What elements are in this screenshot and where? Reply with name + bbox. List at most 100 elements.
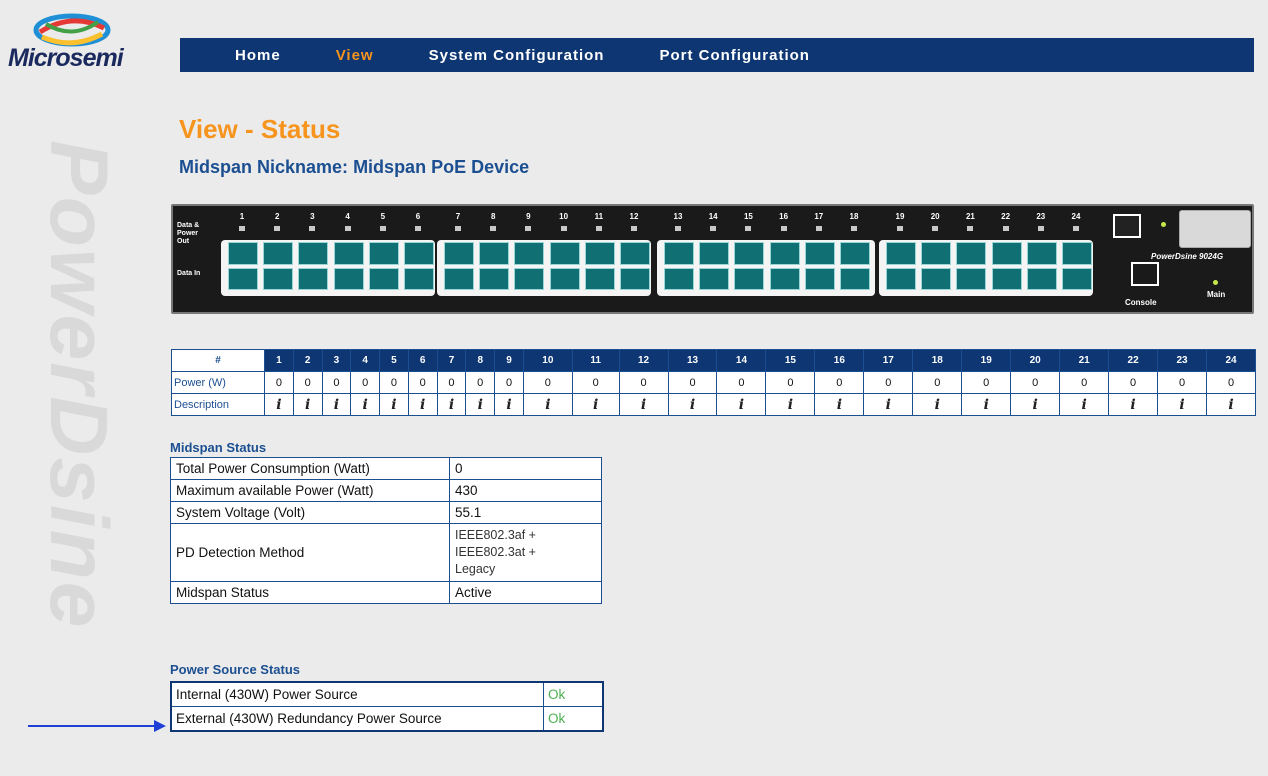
data-in-jack [804, 268, 835, 290]
data-power-out-jack [734, 242, 765, 265]
port-column-header: 9 [494, 349, 524, 372]
model-label: PowerDsine 9024G [1151, 252, 1224, 261]
port-column-header: 10 [522, 349, 573, 372]
data-in-jack [991, 268, 1022, 290]
page-title: View - Status [179, 114, 341, 144]
panel-label-line: Out [177, 238, 190, 245]
panel-port-number: 6 [415, 212, 421, 221]
port-power-value: 0 [436, 371, 467, 394]
port-column-header: 12 [618, 349, 669, 372]
info-icon[interactable]: i [1081, 397, 1086, 413]
nav-system-configuration[interactable]: System Configuration [429, 47, 605, 64]
nav-port-configuration[interactable]: Port Configuration [659, 47, 809, 64]
data-power-out-jack [804, 242, 835, 265]
power-source-status-table: Internal (430W) Power Source Ok External… [170, 681, 604, 732]
data-in-jack [333, 268, 364, 290]
info-icon[interactable]: i [984, 397, 989, 413]
port-power-table: # 1 2 3 4 5 6 7 8 9 10 11 12 13 14 15 16 17 18 19 20 21 22 23 2… [171, 349, 1256, 416]
port-description-cell: i [465, 393, 496, 416]
port-column-header: 16 [814, 349, 865, 372]
port-column-header: 18 [912, 349, 963, 372]
midspan-status-table: Total Power Consumption (Watt) 0 Maximum… [170, 457, 602, 604]
data-in-jack [1026, 268, 1057, 290]
port-description-cell: i [407, 393, 438, 416]
port-description-cell: i [961, 393, 1012, 416]
panel-label-line: Power [177, 230, 199, 237]
info-icon[interactable]: i [1130, 397, 1135, 413]
port-power-value: 0 [522, 371, 573, 394]
port-column-header: 17 [863, 349, 914, 372]
info-icon[interactable]: i [363, 397, 368, 413]
panel-port-led [932, 226, 939, 231]
status-row: Total Power Consumption (Watt) 0 [170, 457, 602, 480]
port-column-header: 22 [1108, 349, 1159, 372]
info-icon[interactable]: i [1179, 397, 1184, 413]
info-icon[interactable]: i [886, 397, 891, 413]
data-in-jack [549, 268, 580, 290]
panel-port-led [897, 226, 903, 231]
data-in-jack [956, 268, 987, 290]
panel-port-number: 20 [930, 212, 940, 221]
data-power-out-jack [699, 242, 730, 265]
port-power-value: 0 [716, 371, 767, 394]
port-power-value: 0 [765, 371, 816, 394]
port-power-value: 0 [814, 371, 865, 394]
port-power-value: 0 [494, 371, 524, 394]
info-icon[interactable]: i [788, 397, 793, 413]
power-source-row: Internal (430W) Power Source Ok [170, 681, 604, 707]
status-label: System Voltage (Volt) [170, 501, 450, 524]
info-icon[interactable]: i [506, 397, 511, 413]
nav-home[interactable]: Home [235, 47, 281, 64]
data-power-out-jack [404, 242, 434, 265]
port-description-cell: i [436, 393, 467, 416]
midspan-status-value: Active [449, 581, 602, 604]
power-source-value: Ok [543, 681, 604, 707]
info-icon[interactable]: i [478, 397, 483, 413]
info-icon[interactable]: i [545, 397, 550, 413]
detection-method-line: Legacy [455, 562, 496, 576]
info-icon[interactable]: i [935, 397, 940, 413]
info-icon[interactable]: i [1033, 397, 1038, 413]
panel-port-number: 5 [380, 212, 386, 221]
port-description-cell: i [814, 393, 865, 416]
panel-port-number: 13 [673, 212, 683, 221]
panel-port-led [675, 226, 681, 231]
nav-view[interactable]: View [336, 47, 374, 64]
info-icon[interactable]: i [334, 397, 339, 413]
info-icon[interactable]: i [837, 397, 842, 413]
port-column-header: 1 [264, 349, 294, 372]
port-column-header: 2 [292, 349, 323, 372]
panel-port-led [379, 226, 386, 231]
port-description-cell: i [618, 393, 669, 416]
port-description-cell: i [571, 393, 620, 416]
port-power-value: 0 [1206, 371, 1256, 394]
info-icon[interactable]: i [690, 397, 695, 413]
info-icon[interactable]: i [641, 397, 646, 413]
data-in-jack [514, 268, 545, 290]
port-column-header: 13 [667, 349, 718, 372]
powerdsine-watermark: PowerDsine [33, 140, 124, 630]
info-icon[interactable]: i [276, 397, 281, 413]
info-icon[interactable]: i [593, 397, 598, 413]
port-column-header: 21 [1059, 349, 1110, 372]
info-icon[interactable]: i [305, 397, 310, 413]
panel-port-led [560, 226, 567, 231]
nickname-label: Midspan Nickname: [179, 157, 349, 177]
info-icon[interactable]: i [449, 397, 454, 413]
info-icon[interactable]: i [739, 397, 744, 413]
info-icon[interactable]: i [420, 397, 425, 413]
panel-port-number: 23 [1036, 212, 1046, 221]
panel-port-number: 21 [965, 212, 975, 221]
info-icon[interactable]: i [391, 397, 396, 413]
info-icon[interactable]: i [1228, 397, 1233, 413]
panel-port-led [415, 226, 421, 231]
panel-port-number: 22 [1001, 212, 1011, 221]
data-in-jack [228, 268, 258, 290]
data-power-out-jack [620, 242, 650, 265]
panel-label-line: Data & [177, 222, 200, 229]
port-power-value: 0 [292, 371, 323, 394]
data-in-jack [699, 268, 730, 290]
panel-port-number: 16 [779, 212, 789, 221]
power-source-label: External (430W) Redundancy Power Source [170, 706, 544, 732]
data-in-jack [404, 268, 434, 290]
